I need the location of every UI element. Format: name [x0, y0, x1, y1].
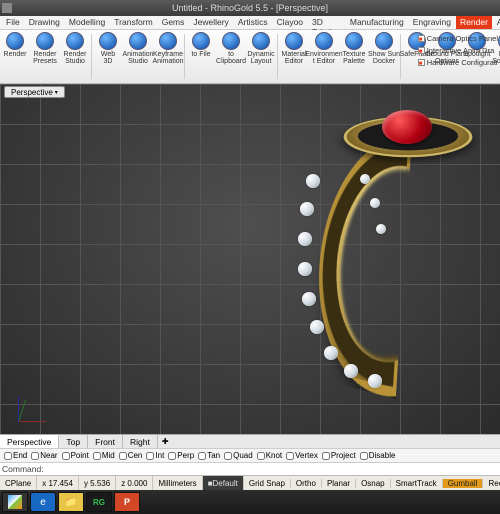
menu-engraving[interactable]: Engraving: [409, 16, 455, 29]
menu-clayoo[interactable]: Clayoo: [273, 16, 307, 29]
menu-manufacturing[interactable]: Manufacturing: [346, 16, 408, 29]
sphere-icon: [129, 32, 147, 50]
axis-x-icon: [18, 421, 46, 422]
ribbon-opt-hardware-configurati[interactable]: Hardware Configurati: [418, 56, 498, 68]
osnap-int[interactable]: Int: [146, 451, 164, 460]
windows-icon: [8, 495, 22, 509]
sphere-icon: [159, 32, 177, 50]
menu-3d-printing[interactable]: 3D Printing: [308, 16, 345, 29]
ribbon-render[interactable]: Render Studio: [60, 30, 90, 83]
sphere-icon: [252, 32, 270, 50]
sphere-icon: [222, 32, 240, 50]
status-cplane[interactable]: CPlane: [0, 476, 37, 490]
sphere-icon: [345, 32, 363, 50]
taskbar-powerpoint[interactable]: P: [114, 492, 140, 512]
osnap-end[interactable]: End: [4, 451, 27, 460]
status-osnap[interactable]: Osnap: [356, 479, 391, 488]
ribbon-texture[interactable]: Texture Palette: [339, 30, 369, 83]
ribbon-environmen[interactable]: Environmen t Editor: [309, 30, 339, 83]
ribbon-render[interactable]: Render: [0, 30, 30, 83]
sphere-icon: [285, 32, 303, 50]
view-tab-right[interactable]: Right: [123, 435, 158, 448]
menu-modelling[interactable]: Modelling: [65, 16, 109, 29]
status-record-history[interactable]: Record History: [483, 479, 500, 488]
osnap-cen[interactable]: Cen: [119, 451, 143, 460]
sphere-icon: [6, 32, 24, 50]
sphere-icon: [66, 32, 84, 50]
osnap-vertex[interactable]: Vertex: [286, 451, 318, 460]
rendered-ring: [248, 102, 500, 412]
taskbar-ie[interactable]: e: [30, 492, 56, 512]
menu-jewellery[interactable]: Jewellery: [189, 16, 232, 29]
ribbon-to-file[interactable]: to File: [186, 30, 216, 83]
taskbar: e 📁 RG P: [0, 490, 500, 514]
osnap-point[interactable]: Point: [62, 451, 89, 460]
menu-bar: FileDrawingModellingTransformGemsJewelle…: [0, 16, 500, 30]
status-layer[interactable]: ■ Default: [203, 476, 244, 490]
sphere-icon: [36, 32, 54, 50]
osnap-tan[interactable]: Tan: [198, 451, 220, 460]
axis-y-icon: [18, 400, 26, 422]
menu-artistics[interactable]: Artistics: [234, 16, 272, 29]
viewport-label[interactable]: Perspective ▾: [4, 86, 65, 98]
app-icon: [2, 3, 12, 13]
checkbox-icon: [418, 47, 425, 54]
sphere-icon: [375, 32, 393, 50]
osnap-perp[interactable]: Perp: [168, 451, 194, 460]
chevron-down-icon: ▾: [55, 89, 58, 96]
viewport-container: Perspective ▾: [0, 84, 500, 434]
menu-analyze[interactable]: Analyze: [493, 16, 500, 29]
status-z: z 0.000: [116, 476, 153, 490]
ribbon-keyframe[interactable]: Keyframe Animation: [153, 30, 183, 83]
view-tab-front[interactable]: Front: [88, 435, 123, 448]
status-units[interactable]: Millimeters: [153, 476, 202, 490]
perspective-viewport[interactable]: [0, 84, 500, 434]
view-tab-perspective[interactable]: Perspective: [0, 435, 59, 448]
osnap-row: End Near Point Mid CenInt Perp Tan Quad Knot Vert…: [0, 448, 500, 462]
osnap-near[interactable]: Near: [31, 451, 57, 460]
status-ortho[interactable]: Ortho: [291, 479, 322, 488]
view-tab-top[interactable]: Top: [59, 435, 88, 448]
sphere-icon: [192, 32, 210, 50]
sphere-icon: [99, 32, 117, 50]
ribbon-dynamic[interactable]: Dynamic Layout: [246, 30, 276, 83]
ribbon-web[interactable]: Web 3D: [93, 30, 123, 83]
viewport-tabs: PerspectiveTopFrontRight✚: [0, 434, 500, 448]
sphere-icon: [315, 32, 333, 50]
osnap-knot[interactable]: Knot: [257, 451, 282, 460]
start-button[interactable]: [2, 492, 28, 512]
ribbon-render[interactable]: Render Presets: [30, 30, 60, 83]
window-title: Untitled - RhinoGold 5.5 - [Perspective]: [172, 3, 328, 13]
status-smarttrack[interactable]: SmartTrack: [391, 479, 443, 488]
menu-transform[interactable]: Transform: [110, 16, 156, 29]
ribbon-opt-interactive-anim-dra[interactable]: Interactive Anim Dra: [418, 44, 498, 56]
status-x: x 17.454: [37, 476, 79, 490]
ribbon-side-options: Camera Optics PanelInteractive Anim DraH…: [418, 32, 498, 68]
menu-file[interactable]: File: [2, 16, 24, 29]
ribbon: RenderRender PresetsRender StudioWeb 3DA…: [0, 30, 500, 84]
status-y: y 5.536: [79, 476, 116, 490]
ribbon-to[interactable]: to Clipboard: [216, 30, 246, 83]
menu-render[interactable]: Render: [456, 16, 492, 29]
status-grid-snap[interactable]: Grid Snap: [244, 479, 291, 488]
osnap-mid[interactable]: Mid: [93, 451, 115, 460]
menu-gems[interactable]: Gems: [158, 16, 189, 29]
osnap-disable[interactable]: Disable: [360, 451, 396, 460]
add-view-tab[interactable]: ✚: [158, 437, 173, 446]
osnap-project[interactable]: Project: [322, 451, 356, 460]
ribbon-animation[interactable]: Animation Studio: [123, 30, 153, 83]
command-line[interactable]: Command:: [0, 462, 500, 475]
menu-drawing[interactable]: Drawing: [25, 16, 64, 29]
checkbox-icon: [418, 59, 425, 66]
status-planar[interactable]: Planar: [322, 479, 356, 488]
taskbar-rhinogold[interactable]: RG: [86, 492, 112, 512]
status-gumball[interactable]: Gumball: [443, 479, 484, 488]
status-bar: CPlane x 17.454 y 5.536 z 0.000 Millimet…: [0, 475, 500, 490]
osnap-quad[interactable]: Quad: [224, 451, 253, 460]
checkbox-icon: [418, 35, 425, 42]
taskbar-folder[interactable]: 📁: [58, 492, 84, 512]
axis-z-icon: [18, 396, 19, 422]
ribbon-opt-camera-optics-panel[interactable]: Camera Optics Panel: [418, 32, 498, 44]
ribbon-show-sun[interactable]: Show Sun Docker: [369, 30, 399, 83]
